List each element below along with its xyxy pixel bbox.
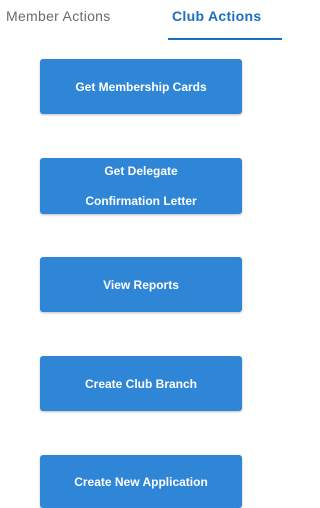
get-membership-cards-button[interactable]: Get Membership Cards [40,59,242,114]
view-reports-button[interactable]: View Reports [40,257,242,312]
get-membership-cards-label: Get Membership Cards [75,79,207,94]
get-delegate-confirmation-letter-button[interactable]: Get Delegate Confirmation Letter [40,158,242,214]
delegate-label-line-2: Confirmation Letter [85,194,197,208]
create-new-application-label: Create New Application [74,474,208,489]
create-club-branch-button[interactable]: Create Club Branch [40,356,242,411]
view-reports-label: View Reports [103,277,179,292]
delegate-label-line-1: Get Delegate [104,164,178,178]
create-new-application-button[interactable]: Create New Application [40,455,242,508]
club-actions-panel: Member Actions Club Actions Get Membersh… [0,0,282,508]
create-club-branch-label: Create Club Branch [84,376,198,391]
club-actions-list: Get Membership Cards Get Delegate Confir… [0,0,282,508]
